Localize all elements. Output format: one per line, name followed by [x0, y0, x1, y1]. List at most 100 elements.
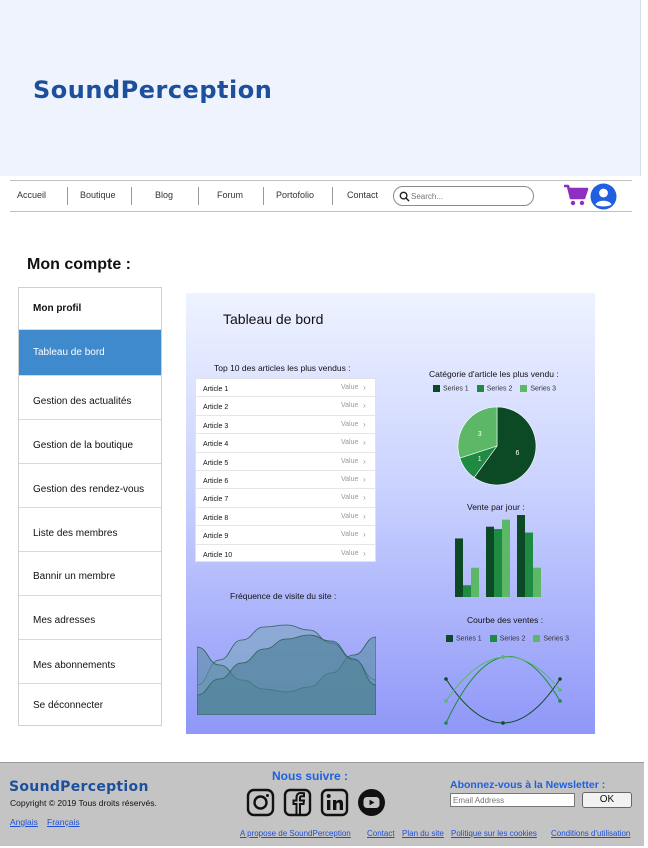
- nav-divider: [131, 187, 132, 205]
- article-value: Value: [341, 384, 359, 391]
- line-series: [445, 678, 561, 724]
- sidebar-item-liste-membres[interactable]: Liste des membres: [19, 508, 161, 552]
- search-input[interactable]: [411, 190, 529, 203]
- pie-chart-legend: Series 1 Series 2 Series 3: [433, 385, 556, 392]
- article-value: Value: [341, 457, 359, 465]
- sidebar-item-bannir-membre[interactable]: Bannir un membre: [19, 552, 161, 596]
- pie-slice-label: 3: [478, 431, 482, 438]
- site-logo[interactable]: SoundPerception: [33, 76, 272, 104]
- line-point: [558, 688, 562, 692]
- account-sidebar: Mon profil Tableau de bord Gestion des a…: [18, 287, 162, 726]
- list-item[interactable]: Article 6 Value ›: [196, 471, 375, 490]
- line-point: [444, 677, 448, 681]
- list-item[interactable]: Article 1 Value ›: [196, 379, 375, 398]
- article-name: Article 1: [203, 386, 229, 393]
- footer-link-cookies[interactable]: Politique sur les cookies: [451, 829, 537, 838]
- sidebar-item-se-deconnecter[interactable]: Se déconnecter: [19, 684, 161, 726]
- chevron-right-icon: ›: [363, 438, 366, 448]
- bar: [525, 532, 533, 597]
- sidebar-item-gestion-rendez-vous[interactable]: Gestion des rendez-vous: [19, 464, 161, 508]
- legend-label: Series 3: [530, 385, 557, 393]
- newsletter-title: Abonnez-vous à la Newsletter :: [450, 779, 606, 791]
- bar: [486, 526, 494, 597]
- legend-swatch: [433, 385, 440, 392]
- language-link-francais[interactable]: Français: [47, 817, 80, 827]
- youtube-icon[interactable]: [357, 788, 386, 817]
- line-point: [501, 655, 505, 659]
- sidebar-item-mes-abonnements[interactable]: Mes abonnements: [19, 640, 161, 684]
- footer-link-contact[interactable]: Contact: [367, 829, 395, 838]
- cart-icon[interactable]: [563, 183, 589, 207]
- sidebar-item-mon-profil[interactable]: Mon profil: [19, 288, 161, 330]
- list-item[interactable]: Article 8 Value ›: [196, 508, 375, 527]
- nav-item-boutique[interactable]: Boutique: [80, 190, 116, 200]
- legend-label: Series 1: [443, 385, 469, 393]
- nav-divider: [67, 187, 68, 205]
- line-chart-legend: Series 1 Series 2 Series 3: [446, 635, 569, 642]
- footer-link-plan-du-site[interactable]: Plan du site: [402, 829, 444, 838]
- list-item[interactable]: Article 3 Value ›: [196, 416, 375, 435]
- chevron-right-icon: ›: [363, 493, 366, 503]
- bar-chart: [455, 515, 541, 597]
- sidebar-item-gestion-actualites[interactable]: Gestion des actualités: [19, 376, 161, 420]
- page-title: Mon compte :: [27, 256, 131, 273]
- article-value: Value: [341, 512, 359, 520]
- list-item[interactable]: Article 2 Value ›: [196, 397, 375, 416]
- legend-swatch: [489, 635, 497, 642]
- line-chart-title: Courbe des ventes :: [467, 615, 544, 625]
- chevron-right-icon: ›: [363, 475, 366, 484]
- article-value: Value: [341, 476, 359, 483]
- legend-item: Series 1: [446, 635, 482, 642]
- nav-divider: [198, 187, 199, 205]
- line-point: [558, 677, 562, 681]
- line-point: [444, 699, 448, 703]
- newsletter-email-input[interactable]: [450, 793, 575, 807]
- sidebar-item-gestion-boutique[interactable]: Gestion de la boutique: [19, 420, 161, 464]
- article-name: Article 5: [203, 459, 229, 467]
- chevron-right-icon: ›: [363, 548, 366, 558]
- nav-item-accueil[interactable]: Accueil: [17, 190, 46, 200]
- legend-item: Series 3: [533, 635, 569, 642]
- line-point: [558, 699, 562, 703]
- bar: [463, 585, 471, 597]
- list-item[interactable]: Article 4 Value ›: [196, 434, 375, 453]
- legend-label: Series 3: [543, 635, 570, 643]
- sidebar-item-mes-adresses[interactable]: Mes adresses: [19, 596, 161, 640]
- facebook-icon[interactable]: [283, 788, 312, 817]
- bar: [517, 515, 525, 597]
- chevron-right-icon: ›: [363, 383, 366, 392]
- legend-swatch: [446, 635, 453, 642]
- list-item[interactable]: Article 5 Value ›: [196, 453, 375, 471]
- language-link-anglais[interactable]: Anglais: [10, 817, 38, 827]
- chevron-right-icon: ›: [363, 511, 366, 521]
- footer-logo[interactable]: SoundPerception: [9, 779, 149, 795]
- list-item[interactable]: Article 7 Value ›: [196, 489, 375, 508]
- bar-chart-title: Vente par jour :: [467, 502, 525, 512]
- article-name: Article 10: [203, 551, 233, 559]
- list-item[interactable]: Article 9 Value ›: [196, 526, 375, 545]
- chevron-right-icon: ›: [363, 401, 366, 411]
- sidebar-item-tableau-de-bord[interactable]: Tableau de bord: [19, 330, 161, 376]
- account-icon[interactable]: [590, 183, 617, 210]
- footer-link-a-propos[interactable]: A propose de SoundPerception: [240, 829, 351, 838]
- linkedin-icon[interactable]: [320, 788, 349, 817]
- dashboard-panel: Tableau de bord Top 10 des articles les …: [186, 293, 595, 734]
- nav-item-forum[interactable]: Forum: [217, 190, 243, 200]
- nav-item-blog[interactable]: Blog: [155, 190, 173, 200]
- pie-chart: 6 1 3: [457, 406, 537, 486]
- chevron-right-icon: ›: [363, 419, 366, 429]
- article-value: Value: [341, 402, 359, 410]
- search-box[interactable]: [393, 186, 534, 206]
- area-chart-title: Fréquence de visite du site :: [230, 591, 337, 601]
- article-name: Article 6: [203, 478, 229, 485]
- footer-link-conditions[interactable]: Conditions d'utilisation: [551, 829, 630, 838]
- instagram-icon[interactable]: [246, 788, 275, 817]
- nav-item-portofolio[interactable]: Portofolio: [276, 190, 314, 200]
- pie-slice-label: 6: [515, 450, 519, 457]
- article-value: Value: [341, 494, 359, 502]
- nav-item-contact[interactable]: Contact: [347, 190, 378, 200]
- list-item[interactable]: Article 10 Value ›: [196, 545, 375, 563]
- area-chart: [197, 624, 376, 715]
- newsletter-ok-button[interactable]: OK: [582, 792, 632, 808]
- follow-title: Nous suivre :: [272, 769, 349, 783]
